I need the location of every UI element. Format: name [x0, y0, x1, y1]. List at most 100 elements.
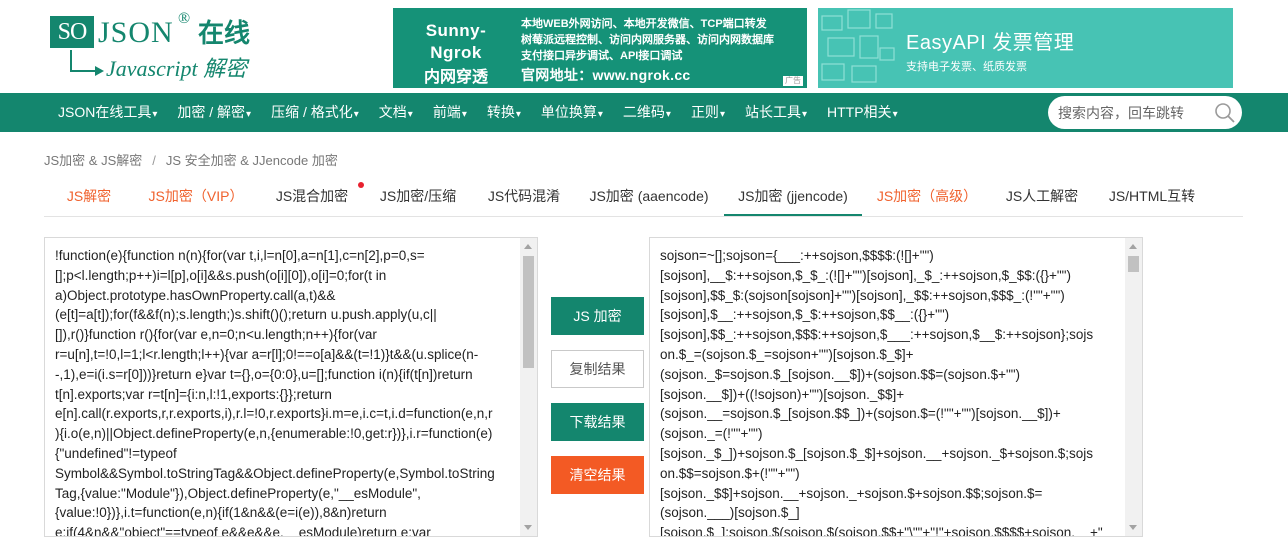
nav-item-5[interactable]: 转换▾ — [477, 93, 531, 132]
breadcrumb-separator: / — [152, 153, 156, 168]
code-line: on.$_=(sojson.$_=sojson+"")[sojson.$_$]+ — [660, 346, 914, 362]
ad-banner-easyapi[interactable]: EasyAPI 发票管理 支持电子发票、纸质发票 — [818, 8, 1233, 88]
breadcrumb-item[interactable]: JS加密 & JS解密 — [44, 153, 142, 168]
tab-7[interactable]: JS加密（高级） — [862, 180, 992, 216]
tab-3[interactable]: JS加密/压缩 — [362, 180, 474, 216]
nav-item-3[interactable]: 文档▾ — [369, 93, 423, 132]
ad-tag: 广告 — [783, 76, 803, 86]
logo-registered-mark: ® — [178, 10, 191, 27]
nav-item-label: 转换 — [486, 104, 515, 120]
ad-easyapi-title: EasyAPI 发票管理 — [906, 32, 1075, 54]
download-result-button[interactable]: 下载结果 — [551, 403, 644, 441]
scroll-down-arrow-icon[interactable] — [1129, 525, 1137, 530]
caret-down-icon: ▾ — [353, 109, 359, 120]
nav-item-label: 前端 — [432, 104, 461, 120]
nav-item-7[interactable]: 二维码▾ — [613, 93, 681, 132]
code-line: (e[t]=a[t]);for(f&&f(n);s.length;)s.shif… — [55, 307, 437, 323]
logo-so-box: SO — [50, 16, 94, 48]
code-line: [sojson.__$])+((!sojson)+"")[sojson._$$]… — [660, 386, 905, 402]
scroll-up-arrow-icon[interactable] — [524, 244, 532, 249]
caret-down-icon: ▾ — [892, 109, 898, 120]
search-icon[interactable] — [1214, 102, 1236, 124]
code-line: e;if(4&n&&"object"==typeof e&&e&&e.__esM… — [55, 525, 431, 537]
code-line: {value:!0})},i.t=function(e,n){if(1&n&&(… — [55, 505, 387, 521]
tab-4[interactable]: JS代码混淆 — [474, 180, 574, 216]
logo-subtitle: Javascript 解密 — [106, 56, 248, 81]
nav-item-label: 文档 — [378, 104, 407, 120]
caret-down-icon: ▾ — [246, 109, 252, 120]
search-input[interactable] — [1058, 102, 1208, 124]
ad-ngrok-line: 本地WEB外网访问、本地开发微信、TCP端口转发 — [521, 18, 767, 30]
code-line: -,1),e=i(i.s=r[0]))}return e}var t={},o=… — [55, 366, 473, 382]
nav-item-2[interactable]: 压缩 / 格式化▾ — [261, 93, 369, 132]
ad-ngrok-subtitle: 内网穿透 — [423, 69, 488, 86]
nav-item-label: 压缩 / 格式化 — [271, 104, 353, 120]
nav-item-10[interactable]: HTTP相关▾ — [817, 93, 908, 132]
code-line: [sojson._$$]+sojson.__+sojson._+sojson.$… — [660, 485, 1043, 501]
search-box — [1048, 96, 1242, 129]
tab-8[interactable]: JS人工解密 — [992, 180, 1092, 216]
tab-1[interactable]: JS加密（VIP） — [134, 180, 258, 216]
code-line: Tag,{value:"Module"}),Object.definePrope… — [55, 485, 421, 501]
caret-down-icon: ▾ — [597, 109, 603, 120]
nav-item-6[interactable]: 单位换算▾ — [531, 93, 613, 132]
nav-item-label: JSON在线工具 — [58, 104, 152, 120]
breadcrumb: JS加密 & JS解密 / JS 安全加密 & JJencode 加密 — [44, 150, 338, 169]
scroll-down-arrow-icon[interactable] — [524, 525, 532, 530]
tab-5[interactable]: JS加密 (aaencode) — [574, 180, 724, 216]
code-line: ){i.o(e,n)||Object.defineProperty(e,n,{e… — [55, 426, 493, 442]
tab-9[interactable]: JS/HTML互转 — [1092, 180, 1212, 216]
output-code-editor[interactable]: sojson=~[];sojson={___:++sojson,$$$$:(![… — [649, 237, 1143, 537]
nav-item-9[interactable]: 站长工具▾ — [735, 93, 817, 132]
ad-banner-ngrok[interactable]: Sunny-Ngrok 内网穿透 本地WEB外网访问、本地开发微信、TCP端口转… — [393, 8, 807, 88]
code-line: (sojson._$=sojson.$_[sojson.__$])+(sojso… — [660, 366, 1021, 382]
code-line: [sojson.$_];sojson.$(sojson.$(sojson.$$+… — [660, 525, 1103, 537]
input-scrollbar[interactable] — [520, 238, 537, 536]
caret-down-icon: ▾ — [515, 109, 521, 120]
code-line: [sojson],$$_:++sojson,$$$:++sojson,$___:… — [660, 327, 1094, 343]
nav-item-8[interactable]: 正则▾ — [681, 93, 735, 132]
tab-0[interactable]: JS解密 — [44, 180, 134, 216]
js-encrypt-button[interactable]: JS 加密 — [551, 297, 644, 335]
input-code-editor[interactable]: !function(e){function n(n){for(var t,i,l… — [44, 237, 538, 537]
breadcrumb-item: JS 安全加密 & JJencode 加密 — [165, 153, 338, 168]
code-line: Symbol&&Symbol.toStringTag&&Object.defin… — [55, 465, 495, 481]
nav-item-4[interactable]: 前端▾ — [423, 93, 477, 132]
output-scroll-thumb[interactable] — [1128, 256, 1139, 272]
output-code-text[interactable]: sojson=~[];sojson={___:++sojson,$$$$:(![… — [660, 246, 1103, 537]
code-line: [sojson._$_])+sojson.$_[sojson.$_$]+sojs… — [660, 445, 1094, 461]
caret-down-icon: ▾ — [719, 109, 725, 120]
code-line: r=u[n],t=!0,l=1;l<r.length;l++){var a=r[… — [55, 346, 479, 362]
caret-down-icon: ▾ — [665, 109, 671, 120]
code-line: (sojson.__=sojson.$_[sojson.$$_])+(sojso… — [660, 406, 1061, 422]
tab-2[interactable]: JS混合加密 — [262, 180, 362, 216]
ad-grid-decoration-icon — [821, 9, 895, 83]
code-line: []),r()}function r(){for(var e,n=0;n<u.l… — [55, 327, 377, 343]
logo-online-text: 在线 — [198, 19, 251, 49]
code-line: {"undefined"!=typeof — [55, 445, 177, 461]
ad-easyapi-subtitle: 支持电子发票、纸质发票 — [906, 61, 1027, 73]
code-line: t[n].exports;var r=t[n]={i:n,l:!1,export… — [55, 386, 332, 402]
code-line: sojson=~[];sojson={___:++sojson,$$$$:(![… — [660, 248, 934, 263]
scroll-up-arrow-icon[interactable] — [1129, 244, 1137, 249]
clear-result-button[interactable]: 清空结果 — [551, 456, 644, 494]
tab-6[interactable]: JS加密 (jjencode) — [724, 180, 862, 216]
input-code-text[interactable]: !function(e){function n(n){for(var t,i,l… — [55, 246, 495, 537]
code-line: [sojson],$$_$:(sojson[sojson]+"")[sojson… — [660, 287, 1065, 303]
nav-item-1[interactable]: 加密 / 解密▾ — [167, 93, 261, 132]
output-scrollbar[interactable] — [1125, 238, 1142, 536]
ad-ngrok-line: 树莓派远程控制、访问内网服务器、访问内网数据库 — [521, 34, 774, 46]
code-line: (sojson.___)[sojson.$_] — [660, 505, 800, 521]
caret-down-icon: ▾ — [461, 109, 467, 120]
code-line: [];p<l.length;p++)i=l[p],o[i]&&s.push(o[… — [55, 267, 387, 283]
copy-result-button[interactable]: 复制结果 — [551, 350, 644, 388]
nav-item-0[interactable]: JSON在线工具▾ — [48, 93, 167, 132]
code-line: !function(e){function n(n){for(var t,i,l… — [55, 248, 425, 263]
ad-ngrok-line: 支付接口异步调试、API接口调试 — [521, 50, 683, 62]
logo-json-text: JSON — [98, 16, 174, 49]
input-scroll-thumb[interactable] — [523, 256, 534, 368]
tool-tabs: JS解密 JS加密（VIP） JS混合加密 JS加密/压缩 JS代码混淆 JS加密 (aa… — [44, 180, 1243, 217]
site-logo[interactable]: SO JSON ® 在线 Javascript 解密 — [48, 10, 268, 86]
nav-item-label: 单位换算 — [540, 104, 597, 120]
nav-item-label: HTTP相关 — [827, 104, 892, 120]
